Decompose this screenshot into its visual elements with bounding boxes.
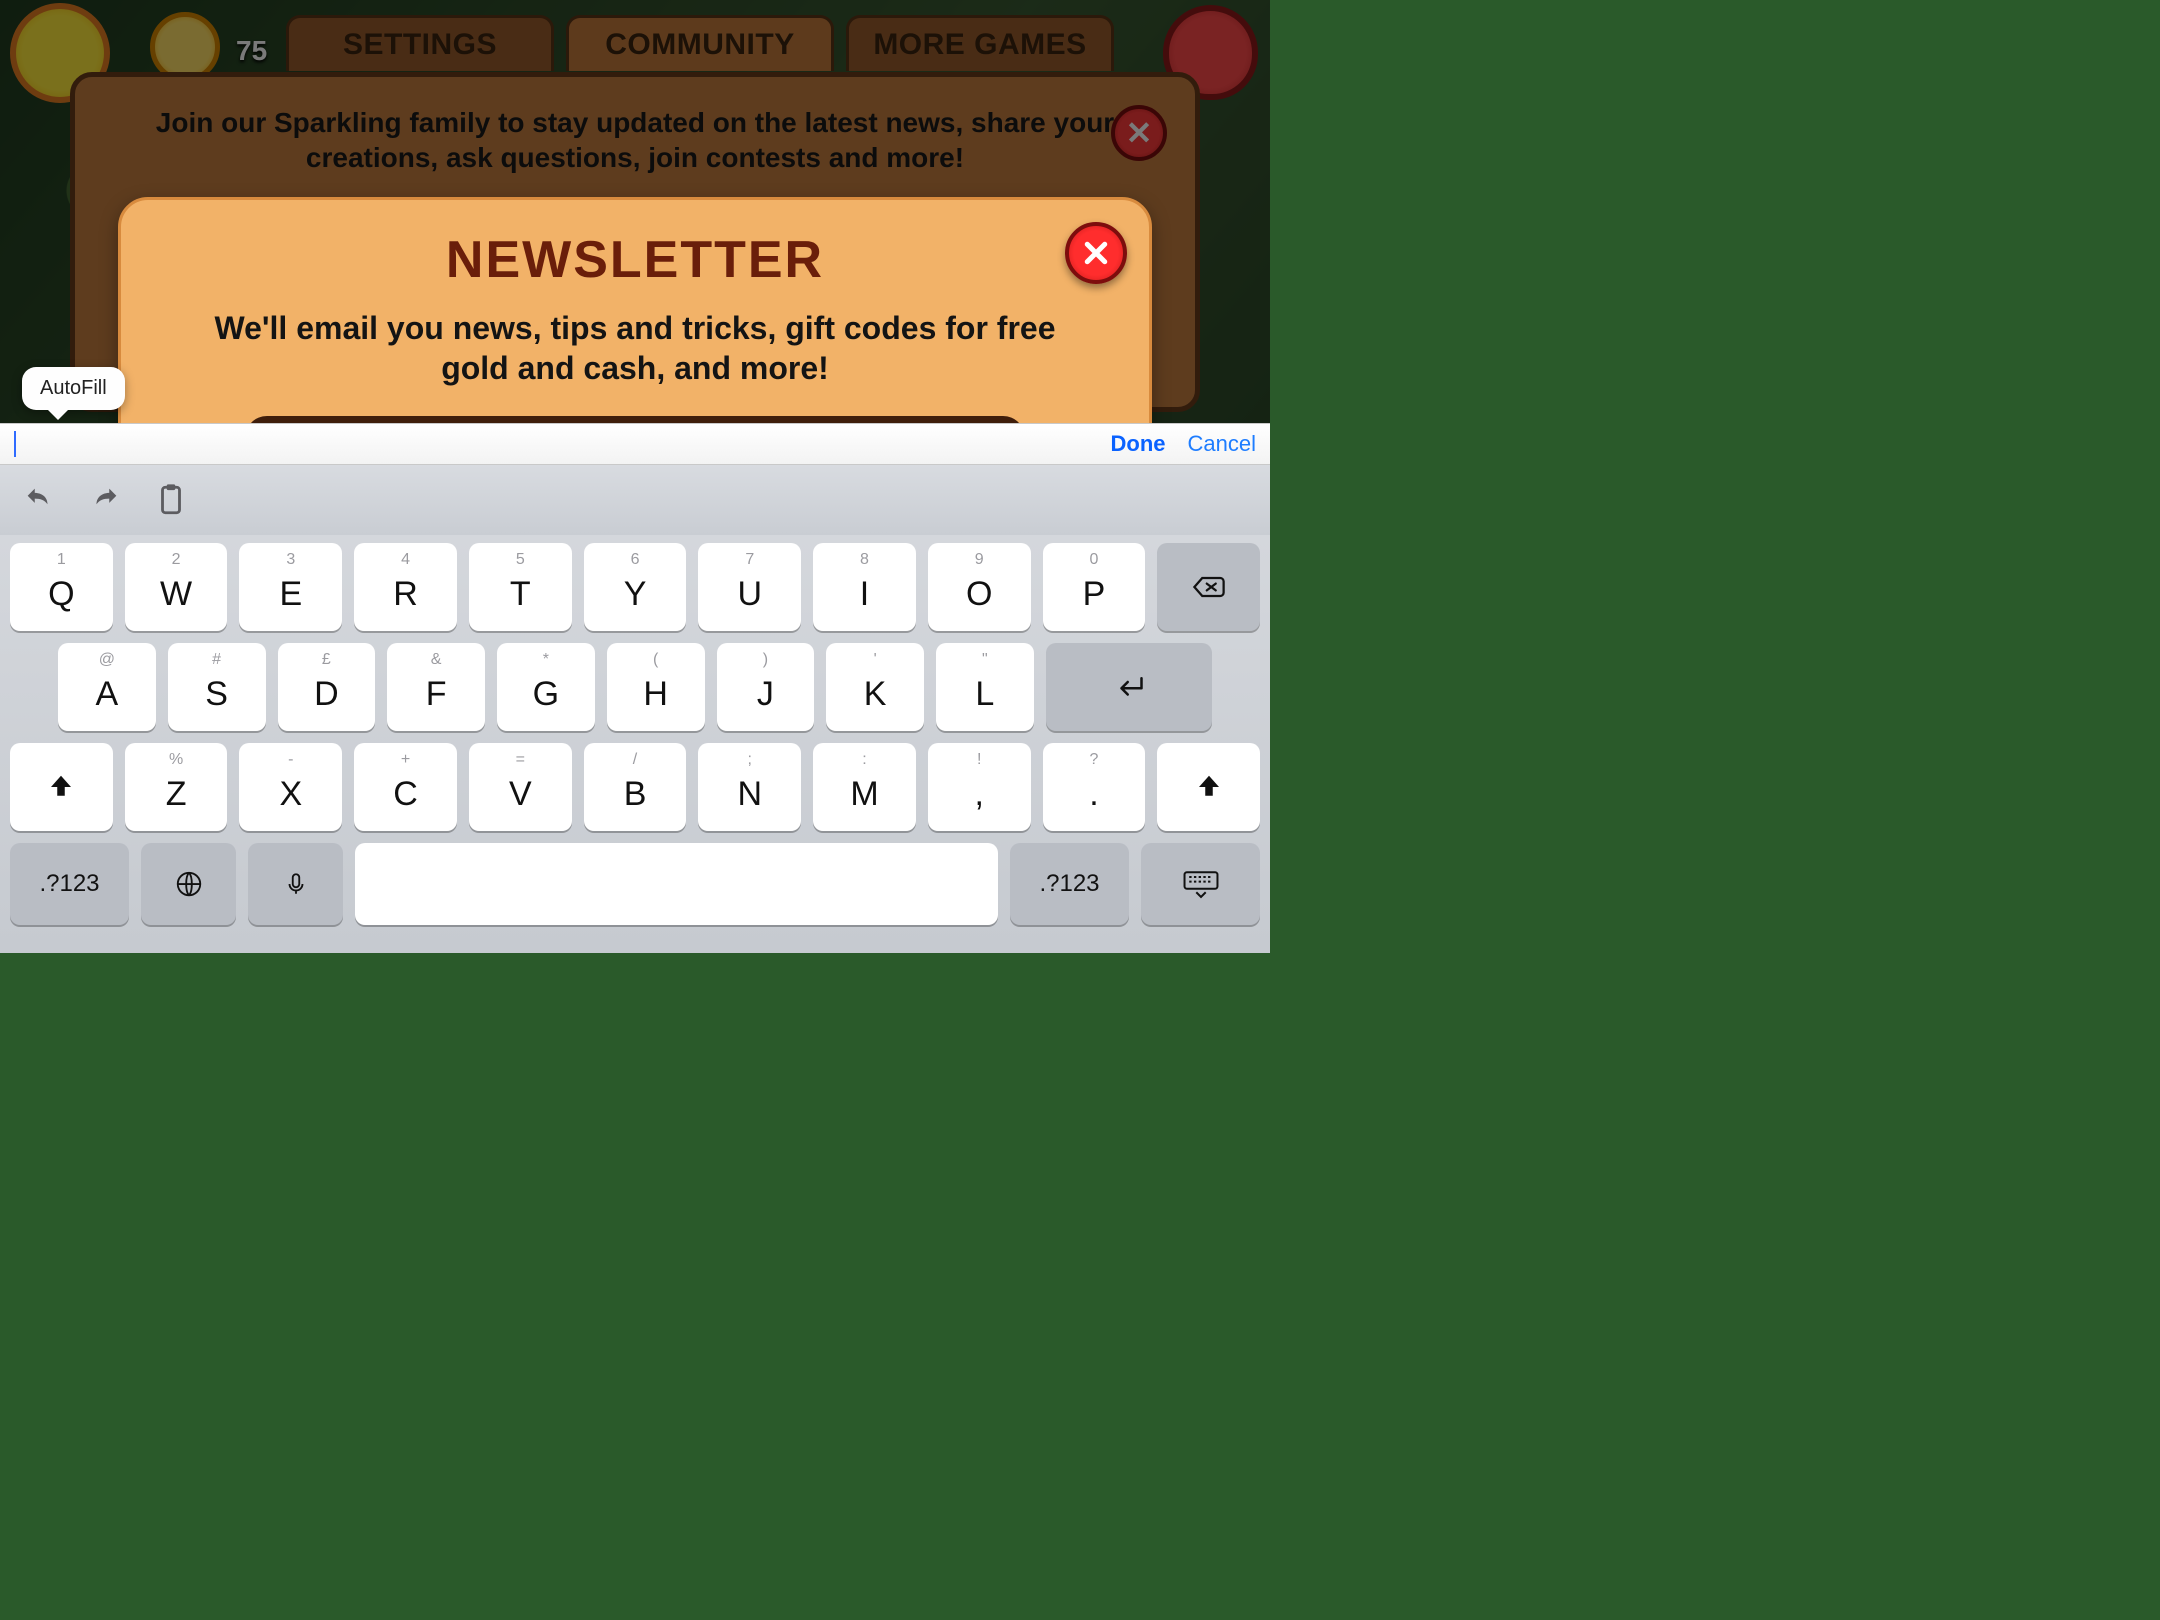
key-i[interactable]: 8I [813, 543, 916, 631]
key-y[interactable]: 6Y [584, 543, 687, 631]
shift-icon [46, 772, 76, 802]
key-dictation[interactable] [248, 843, 343, 925]
key-dismiss-keyboard[interactable] [1141, 843, 1260, 925]
key-t[interactable]: 5T [469, 543, 572, 631]
key-backspace[interactable] [1157, 543, 1260, 631]
key-q[interactable]: 1Q [10, 543, 113, 631]
newsletter-close-button[interactable] [1065, 222, 1127, 284]
key-shift-right[interactable] [1157, 743, 1260, 831]
key-n[interactable]: ;N [698, 743, 801, 831]
autofill-suggestion[interactable]: AutoFill [22, 367, 125, 410]
key-e[interactable]: 3E [239, 543, 342, 631]
keyboard-row-3: %Z -X +C =V /B ;N :M !, ?. [8, 743, 1262, 831]
redo-button[interactable] [88, 483, 122, 517]
key-period[interactable]: ?. [1043, 743, 1146, 831]
key-v[interactable]: =V [469, 743, 572, 831]
newsletter-title: NEWSLETTER [181, 230, 1089, 290]
key-space[interactable] [355, 843, 998, 925]
key-comma[interactable]: !, [928, 743, 1031, 831]
key-l[interactable]: "L [936, 643, 1034, 731]
key-a[interactable]: @A [58, 643, 156, 731]
return-icon [1109, 672, 1149, 702]
key-shift-left[interactable] [10, 743, 113, 831]
backspace-icon [1191, 573, 1227, 601]
hide-keyboard-icon [1181, 868, 1221, 900]
key-d[interactable]: £D [278, 643, 376, 731]
text-cursor [14, 431, 16, 457]
keyboard-row-2: @A #S £D &F *G (H )J 'K "L [8, 643, 1262, 731]
key-j[interactable]: )J [717, 643, 815, 731]
key-g[interactable]: *G [497, 643, 595, 731]
key-f[interactable]: &F [387, 643, 485, 731]
key-o[interactable]: 9O [928, 543, 1031, 631]
done-button[interactable]: Done [1111, 431, 1166, 457]
key-m[interactable]: :M [813, 743, 916, 831]
paste-button[interactable] [154, 483, 188, 517]
close-icon [1081, 238, 1111, 268]
key-k[interactable]: 'K [826, 643, 924, 731]
key-globe[interactable] [141, 843, 236, 925]
key-u[interactable]: 7U [698, 543, 801, 631]
key-h[interactable]: (H [607, 643, 705, 731]
onscreen-keyboard: 1Q 2W 3E 4R 5T 6Y 7U 8I 9O 0P @A #S £D &… [0, 535, 1270, 953]
redo-icon [88, 483, 122, 517]
newsletter-body: We'll email you news, tips and tricks, g… [181, 308, 1089, 388]
cancel-button[interactable]: Cancel [1188, 431, 1256, 457]
key-number-switch-left[interactable]: .?123 [10, 843, 129, 925]
text-input-accessory: Done Cancel [0, 423, 1270, 465]
key-r[interactable]: 4R [354, 543, 457, 631]
key-w[interactable]: 2W [125, 543, 228, 631]
clipboard-icon [154, 483, 188, 517]
shift-icon [1194, 772, 1224, 802]
globe-icon [174, 869, 204, 899]
key-x[interactable]: -X [239, 743, 342, 831]
undo-icon [22, 483, 56, 517]
key-b[interactable]: /B [584, 743, 687, 831]
key-number-switch-right[interactable]: .?123 [1010, 843, 1129, 925]
undo-button[interactable] [22, 483, 56, 517]
key-z[interactable]: %Z [125, 743, 228, 831]
keyboard-shortcut-row [0, 465, 1270, 535]
keyboard-row-4: .?123 .?123 [8, 843, 1262, 925]
key-s[interactable]: #S [168, 643, 266, 731]
microphone-icon [283, 869, 309, 899]
email-text-input[interactable] [20, 428, 1089, 460]
key-return[interactable] [1046, 643, 1212, 731]
key-p[interactable]: 0P [1043, 543, 1146, 631]
keyboard-row-1: 1Q 2W 3E 4R 5T 6Y 7U 8I 9O 0P [8, 543, 1262, 631]
key-c[interactable]: +C [354, 743, 457, 831]
